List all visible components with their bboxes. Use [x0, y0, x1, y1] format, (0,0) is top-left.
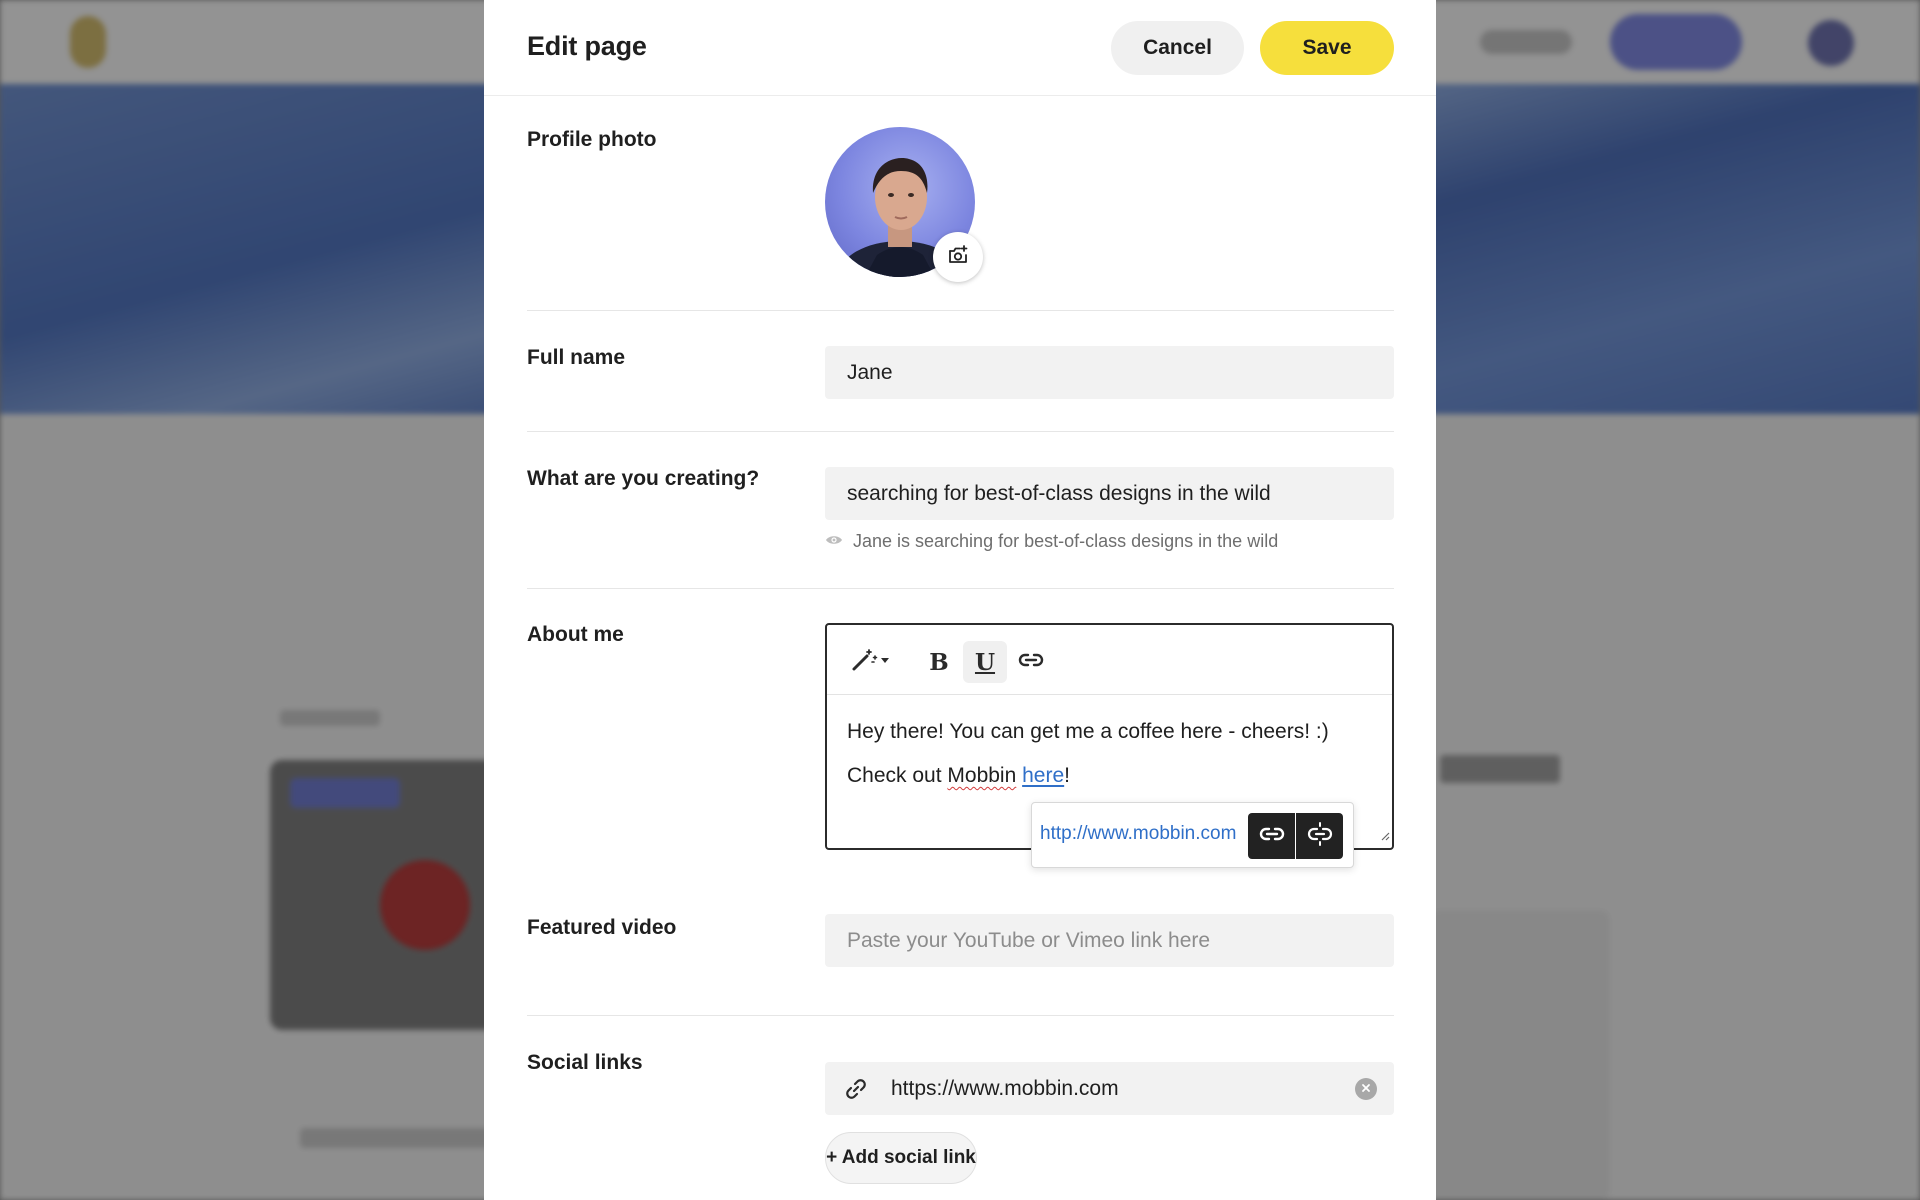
creating-preview-text: Jane is searching for best-of-class desi…	[853, 531, 1279, 551]
modal-title: Edit page	[527, 31, 647, 61]
spellcheck-word: Mobbin	[947, 764, 1017, 787]
unlink-icon	[1307, 821, 1333, 852]
link-icon	[1259, 826, 1285, 847]
creating-preview: Jane is searching for best-of-class desi…	[825, 531, 1278, 552]
about-me-line-2-suffix: !	[1064, 764, 1070, 787]
divider	[527, 431, 1394, 432]
editor-toolbar: B U	[827, 625, 1392, 695]
profile-photo-label: Profile photo	[527, 128, 657, 151]
add-social-link-button[interactable]: + Add social link	[825, 1132, 977, 1184]
modal-header: Edit page Cancel Save	[484, 0, 1436, 96]
featured-video-input[interactable]: Paste your YouTube or Vimeo link here	[825, 914, 1394, 967]
social-links-label: Social links	[527, 1051, 643, 1074]
remove-link-button[interactable]	[1296, 813, 1343, 859]
full-name-label: Full name	[527, 346, 626, 369]
divider	[527, 1015, 1394, 1016]
about-me-link[interactable]: here	[1022, 764, 1064, 787]
link-icon	[843, 1076, 869, 1107]
save-button[interactable]: Save	[1260, 21, 1394, 75]
clear-social-link-button[interactable]	[1355, 1078, 1377, 1100]
social-link-value: https://www.mobbin.com	[891, 1077, 1119, 1100]
magic-wand-icon	[850, 647, 892, 678]
insert-link-button[interactable]	[1009, 641, 1053, 683]
cancel-button[interactable]: Cancel	[1111, 21, 1244, 75]
link-tooltip: http://www.mobbin.com	[1031, 802, 1354, 868]
camera-plus-icon	[946, 243, 970, 272]
underline-button[interactable]: U	[963, 641, 1007, 683]
edit-page-modal: Edit page Cancel Save Profile photo Full…	[484, 0, 1436, 1200]
edit-link-button[interactable]	[1248, 813, 1295, 859]
social-link-input[interactable]: https://www.mobbin.com	[825, 1062, 1394, 1115]
link-tooltip-url[interactable]: http://www.mobbin.com	[1040, 823, 1236, 845]
about-me-line-1: Hey there! You can get me a coffee here …	[847, 720, 1329, 743]
about-me-line-2: Check out Mobbin here!	[847, 764, 1070, 788]
creating-input[interactable]: searching for best-of-class designs in t…	[825, 467, 1394, 520]
divider	[527, 588, 1394, 589]
about-me-label: About me	[527, 623, 624, 646]
featured-video-label: Featured video	[527, 916, 677, 939]
full-name-input[interactable]: Jane	[825, 346, 1394, 399]
about-me-line-2-prefix: Check out	[847, 764, 948, 787]
link-icon	[1018, 652, 1044, 673]
resize-handle-icon[interactable]	[1380, 828, 1390, 846]
eye-icon	[825, 531, 853, 552]
divider	[527, 310, 1394, 311]
close-icon	[1361, 1080, 1371, 1098]
magic-format-dropdown[interactable]	[847, 641, 895, 683]
bold-button[interactable]: B	[917, 641, 961, 683]
change-photo-button[interactable]	[933, 232, 983, 282]
creating-label: What are you creating?	[527, 467, 760, 490]
